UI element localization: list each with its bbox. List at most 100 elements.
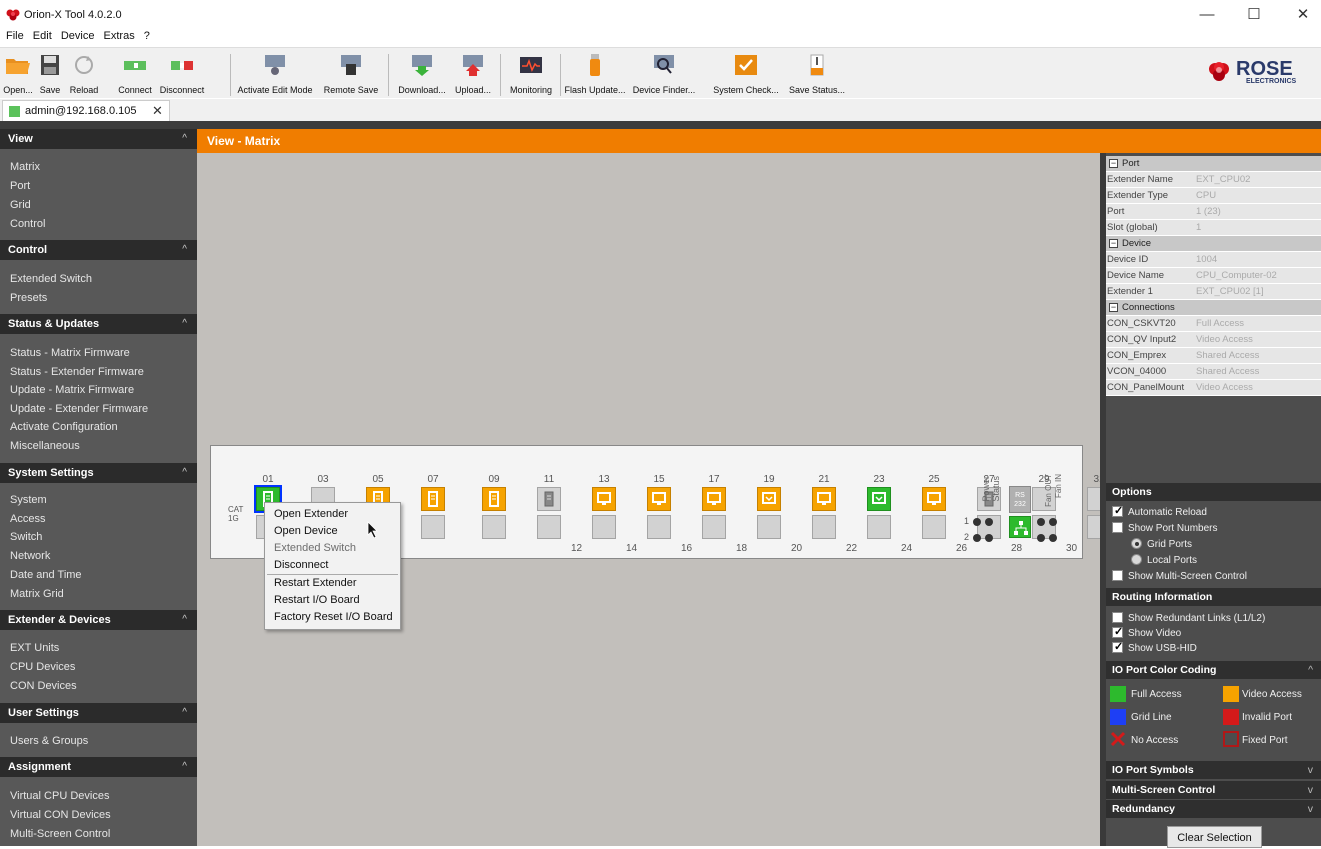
sidebar-item-date-time[interactable]: Date and Time bbox=[10, 569, 82, 581]
sidebar-item-activate-config[interactable]: Activate Configuration bbox=[10, 421, 118, 433]
sidebar-item-virtual-con[interactable]: Virtual CON Devices bbox=[10, 809, 111, 821]
reload-button[interactable]: Reload bbox=[68, 52, 100, 98]
monitoring-button[interactable]: Monitoring bbox=[506, 52, 556, 98]
matrix-port[interactable] bbox=[922, 487, 946, 511]
download-button[interactable]: Download... bbox=[394, 52, 450, 98]
sidebar-item-ext-units[interactable]: EXT Units bbox=[10, 642, 59, 654]
sidebar-section-extender-devices[interactable]: Extender & Devices ^ bbox=[0, 610, 197, 630]
sidebar-section-status-updates[interactable]: Status & Updates ^ bbox=[0, 314, 197, 334]
prop-section-device[interactable]: − Device bbox=[1106, 236, 1321, 252]
menu-factory-reset[interactable]: Factory Reset I/O Board bbox=[274, 611, 393, 623]
menu-file[interactable]: File bbox=[6, 30, 24, 42]
menu-extended-switch[interactable]: Extended Switch bbox=[274, 542, 356, 554]
collapse-icon[interactable]: − bbox=[1109, 239, 1118, 248]
matrix-port[interactable] bbox=[647, 487, 671, 511]
sidebar-item-status-extender-fw[interactable]: Status - Extender Firmware bbox=[10, 366, 144, 378]
show-multi-screen-checkbox[interactable] bbox=[1112, 570, 1123, 581]
sidebar-section-user-settings[interactable]: User Settings ^ bbox=[0, 703, 197, 723]
minimize-button[interactable]: — bbox=[1187, 4, 1227, 26]
automatic-reload-checkbox[interactable] bbox=[1112, 504, 1123, 517]
menu-extras[interactable]: Extras bbox=[104, 30, 135, 42]
sidebar-item-misc[interactable]: Miscellaneous bbox=[10, 440, 80, 452]
sidebar-section-control[interactable]: Control ^ bbox=[0, 240, 197, 260]
menu-edit[interactable]: Edit bbox=[33, 30, 52, 42]
redundancy-header[interactable]: Redundancy v bbox=[1106, 800, 1321, 818]
sidebar-item-virtual-cpu[interactable]: Virtual CPU Devices bbox=[10, 790, 109, 802]
sidebar-item-multi-screen[interactable]: Multi-Screen Control bbox=[10, 828, 110, 840]
matrix-port[interactable] bbox=[812, 487, 836, 511]
sidebar-item-grid[interactable]: Grid bbox=[10, 199, 31, 211]
matrix-port[interactable] bbox=[647, 515, 671, 539]
matrix-port[interactable] bbox=[757, 487, 781, 511]
device-finder-button[interactable]: Device Finder... bbox=[622, 52, 706, 98]
show-port-numbers-checkbox[interactable] bbox=[1112, 522, 1123, 533]
sidebar-item-control[interactable]: Control bbox=[10, 218, 45, 230]
sidebar-item-status-matrix-fw[interactable]: Status - Matrix Firmware bbox=[10, 347, 130, 359]
menu-open-extender[interactable]: Open Extender bbox=[274, 508, 348, 520]
rs232-port[interactable]: RS 232 bbox=[1009, 486, 1031, 513]
menu-open-device[interactable]: Open Device bbox=[274, 525, 338, 537]
matrix-port[interactable] bbox=[757, 515, 781, 539]
sidebar-section-system-settings[interactable]: System Settings ^ bbox=[0, 463, 197, 483]
tab-admin-session[interactable]: admin@192.168.0.105 ✕ bbox=[2, 100, 170, 121]
sidebar-item-switch[interactable]: Switch bbox=[10, 531, 42, 543]
sidebar-item-port[interactable]: Port bbox=[10, 180, 30, 192]
disconnect-button[interactable]: Disconnect bbox=[158, 52, 206, 98]
collapse-icon[interactable]: − bbox=[1109, 159, 1118, 168]
matrix-port[interactable] bbox=[537, 515, 561, 539]
color-coding-header[interactable]: IO Port Color Coding ^ bbox=[1106, 661, 1321, 679]
sidebar-item-con-devices[interactable]: CON Devices bbox=[10, 680, 77, 692]
menu-restart-extender[interactable]: Restart Extender bbox=[274, 577, 357, 589]
save-status-button[interactable]: Save Status... bbox=[786, 52, 848, 98]
activate-edit-mode-button[interactable]: Activate Edit Mode bbox=[233, 52, 317, 98]
flash-update-button[interactable]: Flash Update... bbox=[564, 52, 626, 98]
sidebar-item-cpu-devices[interactable]: CPU Devices bbox=[10, 661, 75, 673]
prop-section-port[interactable]: − Port bbox=[1106, 156, 1321, 172]
matrix-port[interactable] bbox=[592, 515, 616, 539]
close-button[interactable]: ✕ bbox=[1283, 4, 1321, 26]
menu-help[interactable]: ? bbox=[144, 30, 150, 42]
sidebar-item-matrix[interactable]: Matrix bbox=[10, 161, 40, 173]
save-button[interactable]: Save bbox=[36, 52, 64, 98]
maximize-button[interactable]: ☐ bbox=[1234, 4, 1274, 26]
sidebar-item-access[interactable]: Access bbox=[10, 513, 45, 525]
matrix-port[interactable] bbox=[812, 515, 836, 539]
matrix-port[interactable] bbox=[421, 515, 445, 539]
menu-restart-io-board[interactable]: Restart I/O Board bbox=[274, 594, 360, 606]
sidebar-item-network[interactable]: Network bbox=[10, 550, 50, 562]
show-usb-checkbox[interactable] bbox=[1112, 640, 1123, 653]
grid-ports-radio[interactable] bbox=[1131, 538, 1142, 549]
clear-selection-button[interactable]: Clear Selection bbox=[1167, 826, 1262, 848]
network-port[interactable] bbox=[1009, 516, 1031, 538]
matrix-port[interactable] bbox=[922, 515, 946, 539]
matrix-port[interactable] bbox=[482, 487, 506, 511]
system-check-button[interactable]: System Check... bbox=[709, 52, 783, 98]
sidebar-item-system[interactable]: System bbox=[10, 494, 47, 506]
connect-button[interactable]: Connect bbox=[116, 52, 154, 98]
sidebar-item-matrix-grid[interactable]: Matrix Grid bbox=[10, 588, 64, 600]
upload-button[interactable]: Upload... bbox=[452, 52, 494, 98]
matrix-port[interactable] bbox=[421, 487, 445, 511]
matrix-port[interactable] bbox=[702, 487, 726, 511]
matrix-port[interactable] bbox=[482, 515, 506, 539]
open-button[interactable]: Open... bbox=[2, 52, 34, 98]
io-port-symbols-header[interactable]: IO Port Symbols v bbox=[1106, 761, 1321, 779]
menu-device[interactable]: Device bbox=[61, 30, 95, 42]
show-redundant-checkbox[interactable] bbox=[1112, 612, 1123, 623]
sidebar-section-assignment[interactable]: Assignment ^ bbox=[0, 757, 197, 777]
sidebar-item-update-extender-fw[interactable]: Update - Extender Firmware bbox=[10, 403, 148, 415]
matrix-port[interactable] bbox=[867, 515, 891, 539]
collapse-icon[interactable]: − bbox=[1109, 303, 1118, 312]
prop-section-connections[interactable]: − Connections bbox=[1106, 300, 1321, 316]
local-ports-radio[interactable] bbox=[1131, 554, 1142, 565]
multi-screen-control-header[interactable]: Multi-Screen Control v bbox=[1106, 781, 1321, 799]
sidebar-item-presets[interactable]: Presets bbox=[10, 292, 47, 304]
matrix-port[interactable] bbox=[867, 487, 891, 511]
matrix-port[interactable] bbox=[537, 487, 561, 511]
sidebar-item-extended-switch[interactable]: Extended Switch bbox=[10, 273, 92, 285]
matrix-port[interactable] bbox=[702, 515, 726, 539]
sidebar-section-view[interactable]: View ^ bbox=[0, 129, 197, 149]
matrix-port[interactable] bbox=[592, 487, 616, 511]
menu-disconnect[interactable]: Disconnect bbox=[274, 559, 328, 571]
tab-close-icon[interactable]: ✕ bbox=[152, 103, 163, 119]
